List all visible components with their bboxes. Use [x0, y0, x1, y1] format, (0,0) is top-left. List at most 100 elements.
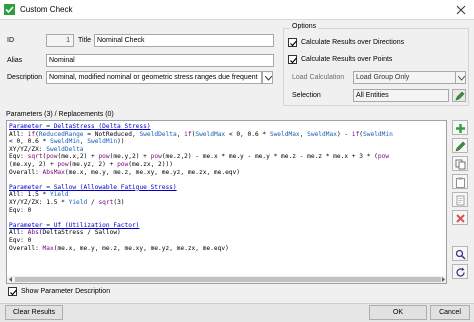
code-token: pow — [117, 160, 129, 168]
load-calc-select[interactable]: Load Group Only — [353, 71, 457, 84]
code-token: Parameter = Uf (Utilization Factor) — [9, 221, 140, 229]
code-token: if — [27, 130, 36, 138]
calc-directions-checkbox[interactable] — [288, 38, 297, 47]
chevron-down-icon — [265, 76, 272, 81]
clear-results-button[interactable]: Clear Results — [5, 305, 63, 320]
scrollbar-thumb[interactable] — [15, 277, 441, 282]
code-token: (me.y,2) + — [109, 153, 151, 161]
id-field: 1 — [46, 34, 74, 47]
add-parameter-button[interactable] — [452, 120, 468, 135]
close-icon[interactable] — [452, 2, 470, 18]
code-token: pow — [57, 160, 69, 168]
refresh-button[interactable] — [452, 264, 468, 279]
edit-parameter-button[interactable] — [452, 138, 468, 153]
code-token: (me.x, me.y, me.z, me.xy, me.yz, me.zx, … — [53, 244, 229, 252]
title-input[interactable]: Nominal Check — [94, 34, 274, 47]
code-token: (me.zx, 2))) — [128, 160, 173, 168]
alias-input[interactable]: Nominal — [46, 54, 274, 67]
window-title: Custom Check — [20, 5, 73, 14]
code-token: Parameter = Sallow (Allowable Fatigue St… — [9, 183, 177, 191]
code-token: SweldMin — [87, 138, 118, 146]
code-token: (3) — [113, 198, 125, 206]
load-calc-dropdown-button[interactable] — [455, 71, 466, 84]
code-token: Yield — [49, 191, 69, 199]
code-line: All: Abs(DeltaStress / Sallow) — [9, 229, 393, 237]
checkmark-icon — [290, 57, 297, 64]
code-line: Overall: Max(me.x, me.y, me.z, me.xy, me… — [9, 245, 393, 253]
show-description-checkbox[interactable] — [8, 287, 17, 296]
description-input[interactable]: Nominal, modified nominal or geometric s… — [46, 71, 262, 84]
calc-points-checkbox[interactable] — [288, 55, 297, 64]
show-description-label: Show Parameter Description — [21, 288, 111, 295]
copy-parameter-button[interactable] — [452, 156, 468, 171]
code-line: Parameter = Uf (Utilization Factor) — [9, 222, 393, 230]
clipboard-icon — [456, 177, 465, 188]
code-token: SweldMax — [307, 130, 337, 138]
code-token: (me.x, me.y, me.z, me.xy, me.yz, me.zx, … — [64, 168, 240, 176]
cancel-button[interactable]: Cancel — [430, 305, 470, 320]
code-token: (DeltaStress / Sallow) — [38, 229, 121, 237]
code-token: )) — [117, 138, 125, 146]
code-token: < 0, 0.6 * — [225, 130, 270, 138]
options-title: Options — [290, 23, 319, 30]
code-token: SweldMax — [195, 130, 226, 138]
ok-button[interactable]: OK — [369, 305, 427, 320]
code-token: XY/YZ/ZX: 1.5 * — [9, 198, 69, 206]
copy-icon — [455, 159, 466, 170]
code-token: , — [299, 130, 308, 138]
description-label: Description — [7, 74, 43, 81]
code-token: pow — [150, 153, 162, 161]
parameters-header: Parameters (3) / Replacements (0) — [6, 111, 114, 118]
title-bar: Custom Check — [0, 0, 474, 20]
check-icon — [4, 4, 15, 15]
code-line: XY/YZ/ZX: SweldDelta — [9, 146, 393, 154]
code-line: < 0, 0.6 * SweldMin, SweldMin)) — [9, 138, 393, 146]
refresh-icon — [456, 267, 465, 277]
paste-parameter-button[interactable] — [452, 174, 468, 189]
code-token: pow — [377, 153, 390, 161]
code-token: ReducedRange — [38, 130, 84, 138]
code-line: Parameter = DeltaStress (Delta Stress) — [9, 123, 393, 131]
scroll-right-icon[interactable] — [441, 277, 446, 282]
alias-label: Alias — [7, 57, 23, 64]
code-token: sqrt — [98, 198, 114, 206]
description-dropdown-button[interactable] — [262, 71, 273, 84]
code-line: XY/YZ/ZX: 1.5 * Yield / sqrt(3) — [9, 199, 393, 207]
code-token: Yield — [68, 198, 88, 206]
checkmark-icon — [10, 289, 17, 296]
parameters-editor[interactable]: Parameter = DeltaStress (Delta Stress) Al… — [6, 120, 447, 284]
document-icon — [456, 195, 465, 206]
code-token: (me.yz, 2) + — [68, 160, 118, 168]
search-parameter-button[interactable] — [452, 246, 468, 261]
code-token: NotReduced — [94, 130, 132, 138]
code-token: (me.x,2) + — [57, 153, 99, 161]
scroll-left-icon[interactable] — [8, 277, 13, 282]
load-calc-label: Load Calculation — [292, 74, 345, 81]
code-token: SweldMin — [363, 130, 393, 138]
calc-directions-label: Calculate Results over Directions — [301, 39, 405, 46]
code-token: / — [87, 198, 99, 206]
code-token: Eqv: 0 — [9, 236, 32, 244]
code-token: (me.xy, 2) + — [9, 160, 58, 168]
edit-text-button[interactable] — [452, 192, 468, 207]
code-token: (me.z,2) - me.x * me.y - me.y * me.z - m… — [161, 153, 378, 161]
code-token: All: — [9, 130, 28, 138]
horizontal-scrollbar[interactable] — [7, 276, 446, 283]
selection-field: All Entities — [353, 89, 449, 102]
code-token: Eqv: — [9, 153, 28, 161]
code-line: Overall: AbsMax(me.x, me.y, me.z, me.xy,… — [9, 169, 393, 177]
edit-selection-button[interactable] — [452, 89, 466, 102]
code-line: Eqv: 0 — [9, 207, 393, 215]
code-line: Parameter = Sallow (Allowable Fatigue St… — [9, 184, 393, 192]
code-token: XY/YZ/ZX: — [9, 145, 47, 153]
code-line: (me.xy, 2) + pow(me.yz, 2) + pow(me.zx, … — [9, 161, 393, 169]
code-line: All: 1.5 * Yield — [9, 191, 393, 199]
pencil-icon — [455, 141, 466, 152]
code-token: Eqv: 0 — [9, 206, 32, 214]
code-token: Overall: — [9, 168, 43, 176]
delete-parameter-button[interactable] — [452, 210, 468, 225]
code-token: SweldDelta — [46, 145, 84, 153]
code-line: All: if(ReducedRange = NotReduced, Sweld… — [9, 131, 393, 139]
